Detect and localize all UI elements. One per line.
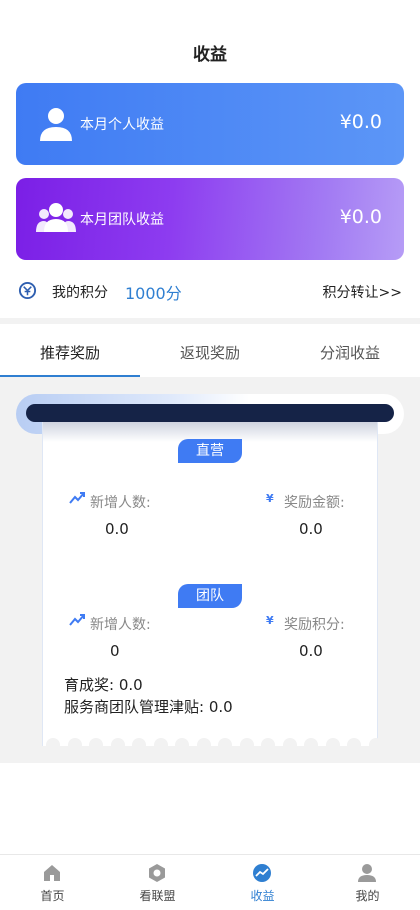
- nav-alliance-label: 看联盟: [139, 889, 176, 903]
- receipt-scallop: [153, 738, 168, 752]
- profile-icon: [358, 864, 376, 882]
- trend-up-icon: [69, 614, 85, 626]
- personal-earnings-label: 本月个人收益: [80, 117, 164, 133]
- tab-cashback-reward[interactable]: 返现奖励: [140, 342, 280, 363]
- alliance-icon: [149, 864, 165, 882]
- section-divider: [0, 318, 420, 324]
- team-reward-points-value: 0.0: [299, 642, 323, 660]
- nav-home[interactable]: 首页: [0, 855, 105, 910]
- receipt-scallop: [218, 738, 232, 752]
- page-title: 收益: [193, 45, 227, 65]
- home-icon: [44, 865, 60, 881]
- team-reward-points-label: 奖励积分:: [284, 617, 345, 633]
- receipt-scallop: [239, 738, 254, 752]
- points-row: 我的积分 1000分 积分转让>>: [0, 270, 420, 310]
- receipt-scallop-edge: [42, 738, 378, 752]
- direct-badge: 直营: [178, 439, 242, 463]
- trend-up-icon: [69, 492, 85, 504]
- nav-earnings-label: 收益: [250, 889, 275, 903]
- receipt-scallop: [196, 738, 211, 752]
- team-badge: 团队: [178, 584, 242, 608]
- team-new-users-value: 0: [110, 642, 120, 660]
- nav-profile-label: 我的: [355, 889, 380, 903]
- receipt-scallop: [132, 738, 146, 752]
- team-earnings-amount: ¥0.0: [339, 206, 382, 228]
- nav-profile[interactable]: 我的: [315, 855, 420, 910]
- personal-earnings-amount: ¥0.0: [339, 111, 382, 133]
- bottom-nav: 首页 看联盟 收益 我的: [0, 854, 420, 910]
- nav-home-label: 首页: [40, 889, 65, 903]
- receipt-scallop: [67, 738, 82, 752]
- person-icon: [40, 108, 72, 141]
- direct-reward-amount-label: 奖励金额:: [284, 495, 345, 511]
- points-label: 我的积分: [52, 285, 108, 301]
- yen-icon: ¥: [266, 492, 274, 505]
- team-new-users-label: 新增人数:: [90, 617, 151, 633]
- receipt-scallop: [175, 738, 189, 752]
- personal-earnings-card[interactable]: 本月个人收益 ¥0.0: [16, 83, 404, 165]
- reward-tabs: 推荐奖励 返现奖励 分润收益: [0, 325, 420, 377]
- tab-profit-share[interactable]: 分润收益: [280, 342, 420, 363]
- tab-recommend-reward[interactable]: 推荐奖励: [0, 342, 140, 363]
- yen-icon: ¥: [266, 614, 274, 627]
- points-transfer-link[interactable]: 积分转让>>: [323, 282, 402, 302]
- team-earnings-label: 本月团队收益: [80, 212, 164, 228]
- receipt-scallop: [325, 738, 340, 752]
- receipt-scallop: [261, 738, 275, 752]
- earnings-icon: [253, 864, 271, 882]
- team-earnings-card[interactable]: 本月团队收益 ¥0.0: [16, 178, 404, 260]
- nav-earnings[interactable]: 收益: [210, 855, 315, 910]
- points-coin-icon: [18, 281, 37, 300]
- receipt-scallop: [304, 738, 318, 752]
- receipt-scallop: [282, 738, 297, 752]
- receipt-scallop: [89, 738, 103, 752]
- direct-reward-amount-value: 0.0: [299, 520, 323, 538]
- receipt-scallop: [46, 738, 60, 752]
- points-value: 1000分: [125, 284, 182, 303]
- nav-alliance[interactable]: 看联盟: [105, 855, 210, 910]
- receipt-scallop: [110, 738, 125, 752]
- management-allowance: 服务商团队管理津贴: 0.0: [64, 698, 233, 716]
- team-icon: [36, 203, 76, 232]
- receipt-scallop: [347, 738, 361, 752]
- cultivation-bonus: 育成奖: 0.0: [64, 676, 143, 694]
- receipt-scallop: [368, 738, 378, 752]
- direct-new-users-value: 0.0: [105, 520, 129, 538]
- receipt-slot-opening: [26, 404, 394, 422]
- direct-new-users-label: 新增人数:: [90, 495, 151, 511]
